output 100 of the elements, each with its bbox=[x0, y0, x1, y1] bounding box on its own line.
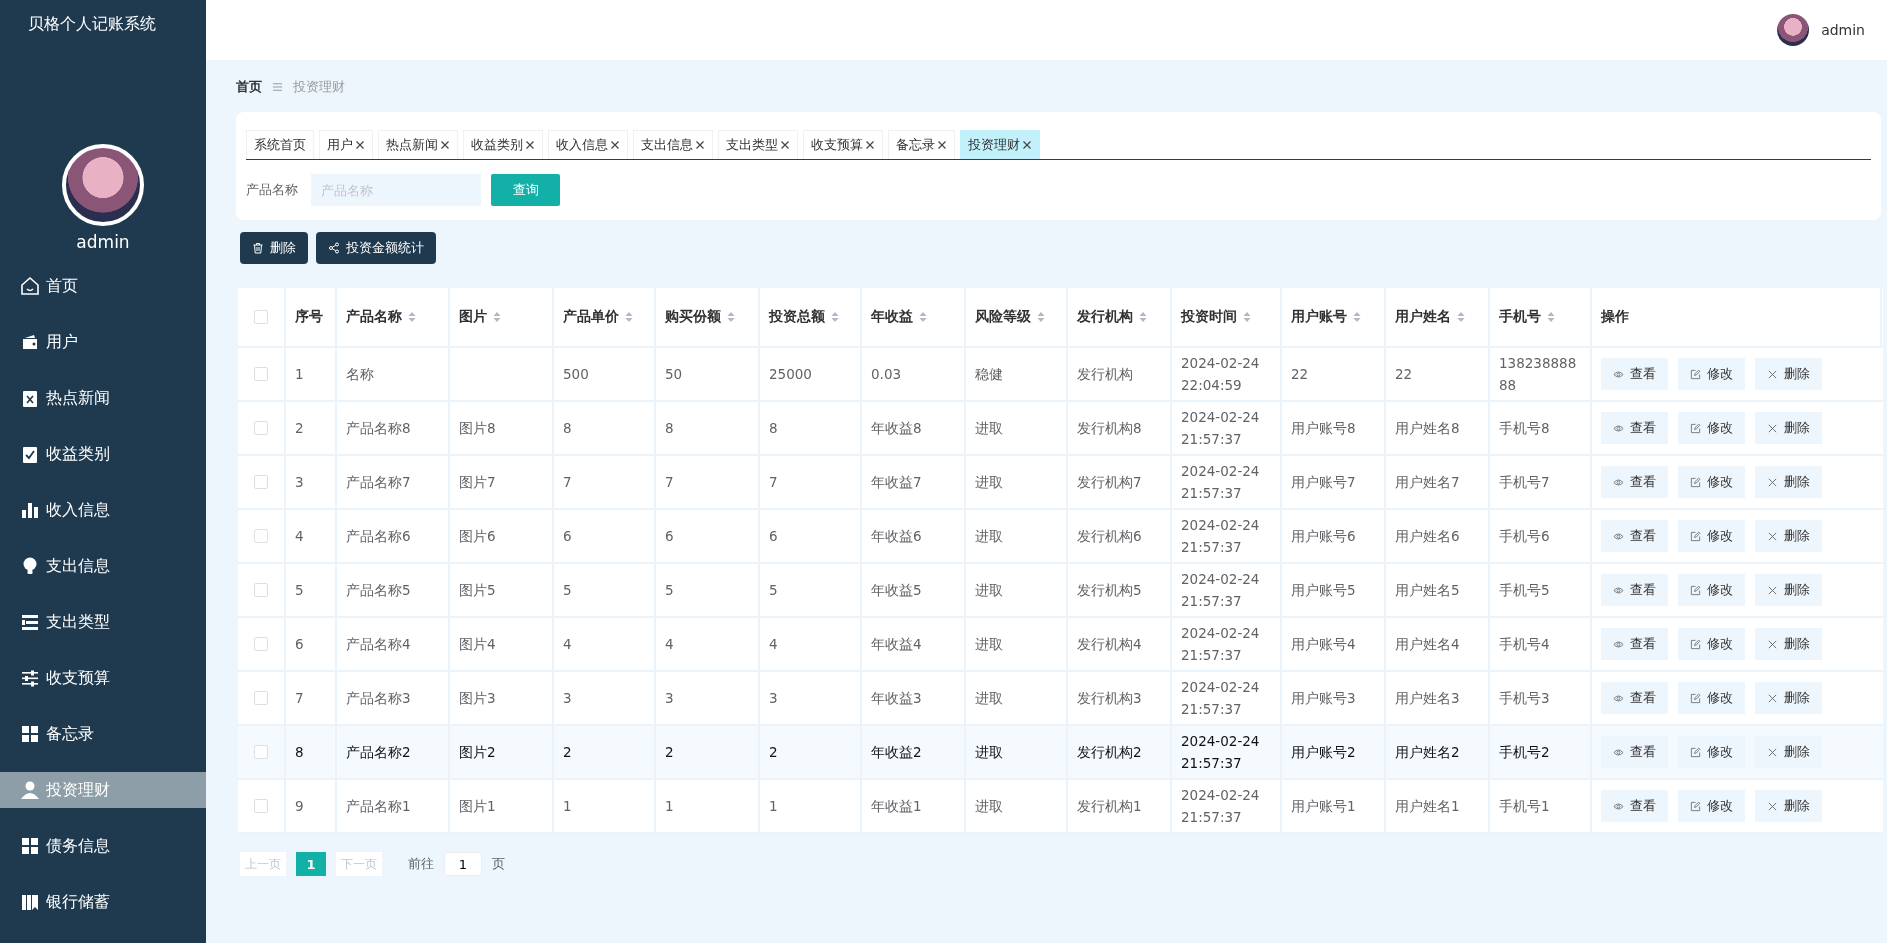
breadcrumb-item[interactable]: 首页 bbox=[236, 78, 262, 96]
table-row[interactable]: 4 产品名称6 图片6 6 6 6 年收益6 进取 发行机构6 2024-02-24 21:57:37 用户账号6 用户姓名6 手机号6 查看 修改 删除 bbox=[238, 510, 1883, 564]
checkbox[interactable] bbox=[254, 799, 268, 813]
sort-icon[interactable] bbox=[727, 311, 735, 323]
column-header[interactable]: 用户姓名 bbox=[1386, 288, 1490, 346]
close-icon[interactable] bbox=[610, 140, 620, 150]
delete-button[interactable]: 删除 bbox=[1755, 736, 1822, 768]
tab[interactable]: 收支预算 bbox=[803, 130, 883, 159]
column-header[interactable]: 风险等级 bbox=[966, 288, 1068, 346]
edit-button[interactable]: 修改 bbox=[1678, 574, 1745, 606]
delete-button[interactable]: 删除 bbox=[1755, 412, 1822, 444]
avatar[interactable] bbox=[1777, 14, 1810, 46]
column-header[interactable]: 年收益 bbox=[862, 288, 966, 346]
close-icon[interactable] bbox=[780, 140, 790, 150]
column-header[interactable]: 图片 bbox=[450, 288, 554, 346]
table-row[interactable]: 8 产品名称2 图片2 2 2 2 年收益2 进取 发行机构2 2024-02-24 21:57:37 用户账号2 用户姓名2 手机号2 查看 修改 删除 bbox=[238, 726, 1883, 780]
checkbox[interactable] bbox=[254, 475, 268, 489]
sidebar-item[interactable]: 收益类别 bbox=[0, 436, 206, 472]
view-button[interactable]: 查看 bbox=[1601, 790, 1668, 822]
sort-icon[interactable] bbox=[1353, 311, 1361, 323]
delete-button[interactable]: 删除 bbox=[1755, 628, 1822, 660]
column-header[interactable]: 投资时间 bbox=[1172, 288, 1282, 346]
sort-icon[interactable] bbox=[831, 311, 839, 323]
sort-icon[interactable] bbox=[1547, 311, 1555, 323]
view-button[interactable]: 查看 bbox=[1601, 520, 1668, 552]
stats-button[interactable]: 投资金额统计 bbox=[316, 232, 436, 264]
sort-icon[interactable] bbox=[1139, 311, 1147, 323]
table-row[interactable]: 9 产品名称1 图片1 1 1 1 年收益1 进取 发行机构1 2024-02-24 21:57:37 用户账号1 用户姓名1 手机号1 查看 修改 删除 bbox=[238, 780, 1883, 834]
checkbox[interactable] bbox=[254, 529, 268, 543]
column-header[interactable]: 产品单价 bbox=[554, 288, 656, 346]
checkbox[interactable] bbox=[254, 637, 268, 651]
sidebar-item[interactable]: 备忘录 bbox=[0, 716, 206, 752]
edit-button[interactable]: 修改 bbox=[1678, 682, 1745, 714]
close-icon[interactable] bbox=[440, 140, 450, 150]
sort-icon[interactable] bbox=[1457, 311, 1465, 323]
page-input[interactable]: 1 bbox=[444, 852, 482, 876]
sort-icon[interactable] bbox=[408, 311, 416, 323]
checkbox[interactable] bbox=[254, 583, 268, 597]
tab[interactable]: 热点新闻 bbox=[378, 130, 458, 159]
tab[interactable]: 系统首页 bbox=[246, 130, 314, 159]
sidebar-item[interactable]: 首页 bbox=[0, 268, 206, 304]
close-icon[interactable] bbox=[525, 140, 535, 150]
tab[interactable]: 收入信息 bbox=[548, 130, 628, 159]
close-icon[interactable] bbox=[937, 140, 947, 150]
column-header[interactable]: 用户账号 bbox=[1282, 288, 1386, 346]
table-row[interactable]: 1 名称 500 50 25000 0.03 稳健 发行机构 2024-02-24 22:04:59 22 22 13823888888 查看 修改 删除 bbox=[238, 348, 1883, 402]
sidebar-item[interactable]: 收支预算 bbox=[0, 660, 206, 696]
edit-button[interactable]: 修改 bbox=[1678, 412, 1745, 444]
view-button[interactable]: 查看 bbox=[1601, 736, 1668, 768]
edit-button[interactable]: 修改 bbox=[1678, 466, 1745, 498]
view-button[interactable]: 查看 bbox=[1601, 628, 1668, 660]
sort-icon[interactable] bbox=[919, 311, 927, 323]
view-button[interactable]: 查看 bbox=[1601, 358, 1668, 390]
delete-button[interactable]: 删除 bbox=[1755, 790, 1822, 822]
edit-button[interactable]: 修改 bbox=[1678, 358, 1745, 390]
sidebar-item[interactable]: 收入信息 bbox=[0, 492, 206, 528]
table-row[interactable]: 3 产品名称7 图片7 7 7 7 年收益7 进取 发行机构7 2024-02-24 21:57:37 用户账号7 用户姓名7 手机号7 查看 修改 删除 bbox=[238, 456, 1883, 510]
sidebar-item[interactable]: 用户 bbox=[0, 324, 206, 360]
tab[interactable]: 投资理财 bbox=[960, 130, 1040, 159]
tab[interactable]: 用户 bbox=[319, 130, 373, 159]
checkbox[interactable] bbox=[254, 691, 268, 705]
tab[interactable]: 支出信息 bbox=[633, 130, 713, 159]
close-icon[interactable] bbox=[1022, 140, 1032, 150]
tab[interactable]: 备忘录 bbox=[888, 130, 955, 159]
view-button[interactable]: 查看 bbox=[1601, 466, 1668, 498]
column-header[interactable]: 发行机构 bbox=[1068, 288, 1172, 346]
sidebar-item[interactable]: 银行储蓄 bbox=[0, 884, 206, 920]
sidebar-item[interactable]: 支出信息 bbox=[0, 548, 206, 584]
close-icon[interactable] bbox=[865, 140, 875, 150]
delete-button[interactable]: 删除 bbox=[240, 232, 308, 264]
checkbox[interactable] bbox=[254, 745, 268, 759]
column-header[interactable]: 手机号 bbox=[1490, 288, 1592, 346]
edit-button[interactable]: 修改 bbox=[1678, 736, 1745, 768]
delete-button[interactable]: 删除 bbox=[1755, 466, 1822, 498]
sidebar-item[interactable]: 热点新闻 bbox=[0, 380, 206, 416]
tab[interactable]: 支出类型 bbox=[718, 130, 798, 159]
sort-icon[interactable] bbox=[493, 311, 501, 323]
column-header[interactable]: 投资总额 bbox=[760, 288, 862, 346]
view-button[interactable]: 查看 bbox=[1601, 412, 1668, 444]
view-button[interactable]: 查看 bbox=[1601, 574, 1668, 606]
checkbox[interactable] bbox=[254, 310, 268, 324]
sidebar-item[interactable]: 债务信息 bbox=[0, 828, 206, 864]
sidebar-item[interactable]: 支出类型 bbox=[0, 604, 206, 640]
delete-button[interactable]: 删除 bbox=[1755, 520, 1822, 552]
sort-icon[interactable] bbox=[1037, 311, 1045, 323]
edit-button[interactable]: 修改 bbox=[1678, 520, 1745, 552]
sort-icon[interactable] bbox=[1243, 311, 1251, 323]
tab[interactable]: 收益类别 bbox=[463, 130, 543, 159]
table-row[interactable]: 2 产品名称8 图片8 8 8 8 年收益8 进取 发行机构8 2024-02-24 21:57:37 用户账号8 用户姓名8 手机号8 查看 修改 删除 bbox=[238, 402, 1883, 456]
delete-button[interactable]: 删除 bbox=[1755, 358, 1822, 390]
username[interactable]: admin bbox=[1821, 22, 1865, 38]
checkbox[interactable] bbox=[254, 367, 268, 381]
column-header[interactable]: 购买份额 bbox=[656, 288, 760, 346]
view-button[interactable]: 查看 bbox=[1601, 682, 1668, 714]
edit-button[interactable]: 修改 bbox=[1678, 628, 1745, 660]
column-header[interactable]: 产品名称 bbox=[337, 288, 450, 346]
delete-button[interactable]: 删除 bbox=[1755, 682, 1822, 714]
edit-button[interactable]: 修改 bbox=[1678, 790, 1745, 822]
table-row[interactable]: 6 产品名称4 图片4 4 4 4 年收益4 进取 发行机构4 2024-02-24 21:57:37 用户账号4 用户姓名4 手机号4 查看 修改 删除 bbox=[238, 618, 1883, 672]
sort-icon[interactable] bbox=[625, 311, 633, 323]
